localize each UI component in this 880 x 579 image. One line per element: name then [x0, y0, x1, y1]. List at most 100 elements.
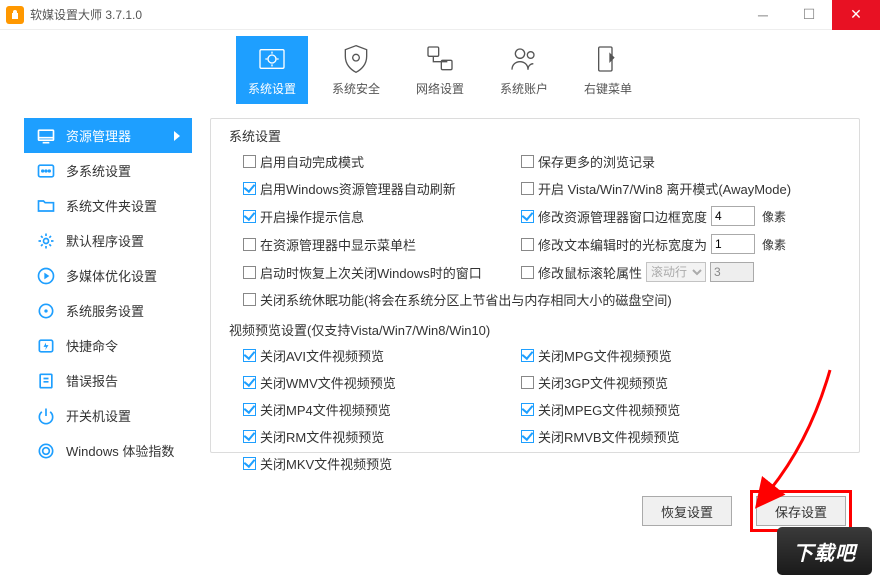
restore-windows-checkbox[interactable] — [243, 266, 256, 279]
checkbox-label: 关闭RM文件视频预览 — [260, 427, 384, 446]
unit-label: 像素 — [762, 236, 786, 253]
checkbox-row: 启用Windows资源管理器自动刷新 — [243, 179, 513, 198]
close-button[interactable]: ✕ — [832, 0, 880, 30]
sidebar-item-experience[interactable]: Windows 体验指数 — [24, 433, 192, 468]
mpeg-checkbox[interactable] — [521, 403, 534, 416]
disable-hibernate-checkbox[interactable] — [243, 293, 256, 306]
checkbox-row: 关闭MP4文件视频预览 — [243, 400, 513, 419]
tab-system-security[interactable]: 系统安全 — [320, 36, 392, 104]
app-logo-icon — [6, 6, 24, 24]
checkbox-label: 启用Windows资源管理器自动刷新 — [260, 179, 456, 198]
border-width-input[interactable] — [711, 206, 755, 226]
settings-icon — [36, 231, 56, 251]
minimize-button[interactable]: ─ — [740, 0, 786, 30]
sidebar-item-label: 错误报告 — [66, 371, 118, 390]
video-preview-group: 视频预览设置(仅支持Vista/Win7/Win8/Win10) 关闭AVI文件… — [211, 313, 859, 477]
folder-icon — [36, 196, 56, 216]
report-icon — [36, 371, 56, 391]
checkbox-row: 关闭MKV文件视频预览 — [243, 454, 513, 473]
save-button[interactable]: 保存设置 — [756, 496, 846, 526]
scroll-lines-input[interactable] — [710, 262, 754, 282]
tab-system-settings[interactable]: 系统设置 — [236, 36, 308, 104]
auto-complete-checkbox[interactable] — [243, 155, 256, 168]
tab-label: 系统账户 — [500, 80, 548, 97]
checkbox-label: 启用自动完成模式 — [260, 152, 364, 171]
checkbox-row: 开启 Vista/Win7/Win8 离开模式(AwayMode) — [521, 179, 845, 198]
cursor-width-input[interactable] — [711, 234, 755, 254]
watermark-logo: 下载吧 — [777, 527, 872, 575]
checkbox-row: 关闭AVI文件视频预览 — [243, 346, 513, 365]
avi-checkbox[interactable] — [243, 349, 256, 362]
tab-label: 右键菜单 — [584, 80, 632, 97]
3gp-checkbox[interactable] — [521, 376, 534, 389]
checkbox-row: 修改资源管理器窗口边框宽度像素 — [521, 206, 845, 226]
checkbox-label: 开启操作提示信息 — [260, 207, 364, 226]
group-title: 视频预览设置(仅支持Vista/Win7/Win8/Win10) — [225, 320, 845, 339]
checkbox-row: 启用自动完成模式 — [243, 152, 513, 171]
sidebar-item-shortcut[interactable]: 快捷命令 — [24, 328, 192, 363]
auto-refresh-checkbox[interactable] — [243, 182, 256, 195]
tip-info-checkbox[interactable] — [243, 210, 256, 223]
checkbox-row: 修改文本编辑时的光标宽度为像素 — [521, 234, 845, 254]
sidebar-item-error-report[interactable]: 错误报告 — [24, 363, 192, 398]
sidebar-item-multisys[interactable]: 多系统设置 — [24, 153, 192, 188]
sidebar-item-label: 资源管理器 — [66, 126, 131, 145]
rmvb-checkbox[interactable] — [521, 430, 534, 443]
highlight-box: 保存设置 — [750, 490, 852, 532]
checkbox-label: 关闭系统休眠功能(将会在系统分区上节省出与内存相同大小的磁盘空间) — [260, 290, 672, 309]
tab-system-account[interactable]: 系统账户 — [488, 36, 560, 104]
users-icon — [508, 43, 540, 75]
context-menu-icon — [592, 43, 624, 75]
away-mode-checkbox[interactable] — [521, 182, 534, 195]
sidebar-item-explorer[interactable]: 资源管理器 — [24, 118, 192, 153]
border-width-checkbox[interactable] — [521, 210, 534, 223]
sidebar-item-services[interactable]: 系统服务设置 — [24, 293, 192, 328]
wmv-checkbox[interactable] — [243, 376, 256, 389]
maximize-button[interactable]: ☐ — [786, 0, 832, 30]
checkbox-row: 关闭MPG文件视频预览 — [521, 346, 845, 365]
show-menubar-checkbox[interactable] — [243, 238, 256, 251]
mp4-checkbox[interactable] — [243, 403, 256, 416]
network-icon — [424, 43, 456, 75]
restore-button[interactable]: 恢复设置 — [642, 496, 732, 526]
checkbox-row: 关闭MPEG文件视频预览 — [521, 400, 845, 419]
cursor-width-checkbox[interactable] — [521, 238, 534, 251]
tab-context-menu[interactable]: 右键菜单 — [572, 36, 644, 104]
scroll-mode-select[interactable]: 滚动行 — [646, 262, 706, 282]
tab-label: 网络设置 — [416, 80, 464, 97]
checkbox-row: 启动时恢复上次关闭Windows时的窗口 — [243, 262, 513, 282]
sidebar-item-power[interactable]: 开关机设置 — [24, 398, 192, 433]
more-history-checkbox[interactable] — [521, 155, 534, 168]
top-tabs: 系统设置 系统安全 网络设置 系统账户 右键菜单 — [0, 30, 880, 104]
mkv-checkbox[interactable] — [243, 457, 256, 470]
target-icon — [36, 441, 56, 461]
system-settings-group: 系统设置 启用自动完成模式 保存更多的浏览记录 启用Windows资源管理器自动… — [211, 119, 859, 313]
group-title: 系统设置 — [225, 126, 845, 145]
checkbox-row: 关闭3GP文件视频预览 — [521, 373, 845, 392]
tab-network-settings[interactable]: 网络设置 — [404, 36, 476, 104]
checkbox-row: 保存更多的浏览记录 — [521, 152, 845, 171]
sidebar-item-label: 开关机设置 — [66, 406, 131, 425]
checkbox-row: 关闭RMVB文件视频预览 — [521, 427, 845, 446]
checkbox-label: 开启 Vista/Win7/Win8 离开模式(AwayMode) — [538, 179, 791, 198]
checkbox-row: 关闭系统休眠功能(将会在系统分区上节省出与内存相同大小的磁盘空间) — [243, 290, 845, 309]
sidebar-item-label: 系统服务设置 — [66, 301, 144, 320]
sidebar-item-label: 快捷命令 — [66, 336, 118, 355]
checkbox-label: 关闭RMVB文件视频预览 — [538, 427, 680, 446]
checkbox-row: 在资源管理器中显示菜单栏 — [243, 234, 513, 254]
rm-checkbox[interactable] — [243, 430, 256, 443]
mpg-checkbox[interactable] — [521, 349, 534, 362]
sidebar-item-default-programs[interactable]: 默认程序设置 — [24, 223, 192, 258]
gear-icon — [256, 43, 288, 75]
titlebar: 软媒设置大师 3.7.1.0 ─ ☐ ✕ — [0, 0, 880, 30]
checkbox-label: 关闭AVI文件视频预览 — [260, 346, 384, 365]
sidebar-item-sysfolder[interactable]: 系统文件夹设置 — [24, 188, 192, 223]
scroll-wheel-checkbox[interactable] — [521, 266, 534, 279]
chevron-right-icon — [174, 131, 180, 141]
service-icon — [36, 301, 56, 321]
button-bar: 恢复设置 保存设置 — [642, 490, 852, 532]
checkbox-row: 开启操作提示信息 — [243, 206, 513, 226]
sidebar-item-label: 默认程序设置 — [66, 231, 144, 250]
sidebar-item-multimedia[interactable]: 多媒体优化设置 — [24, 258, 192, 293]
checkbox-label: 关闭MPG文件视频预览 — [538, 346, 672, 365]
